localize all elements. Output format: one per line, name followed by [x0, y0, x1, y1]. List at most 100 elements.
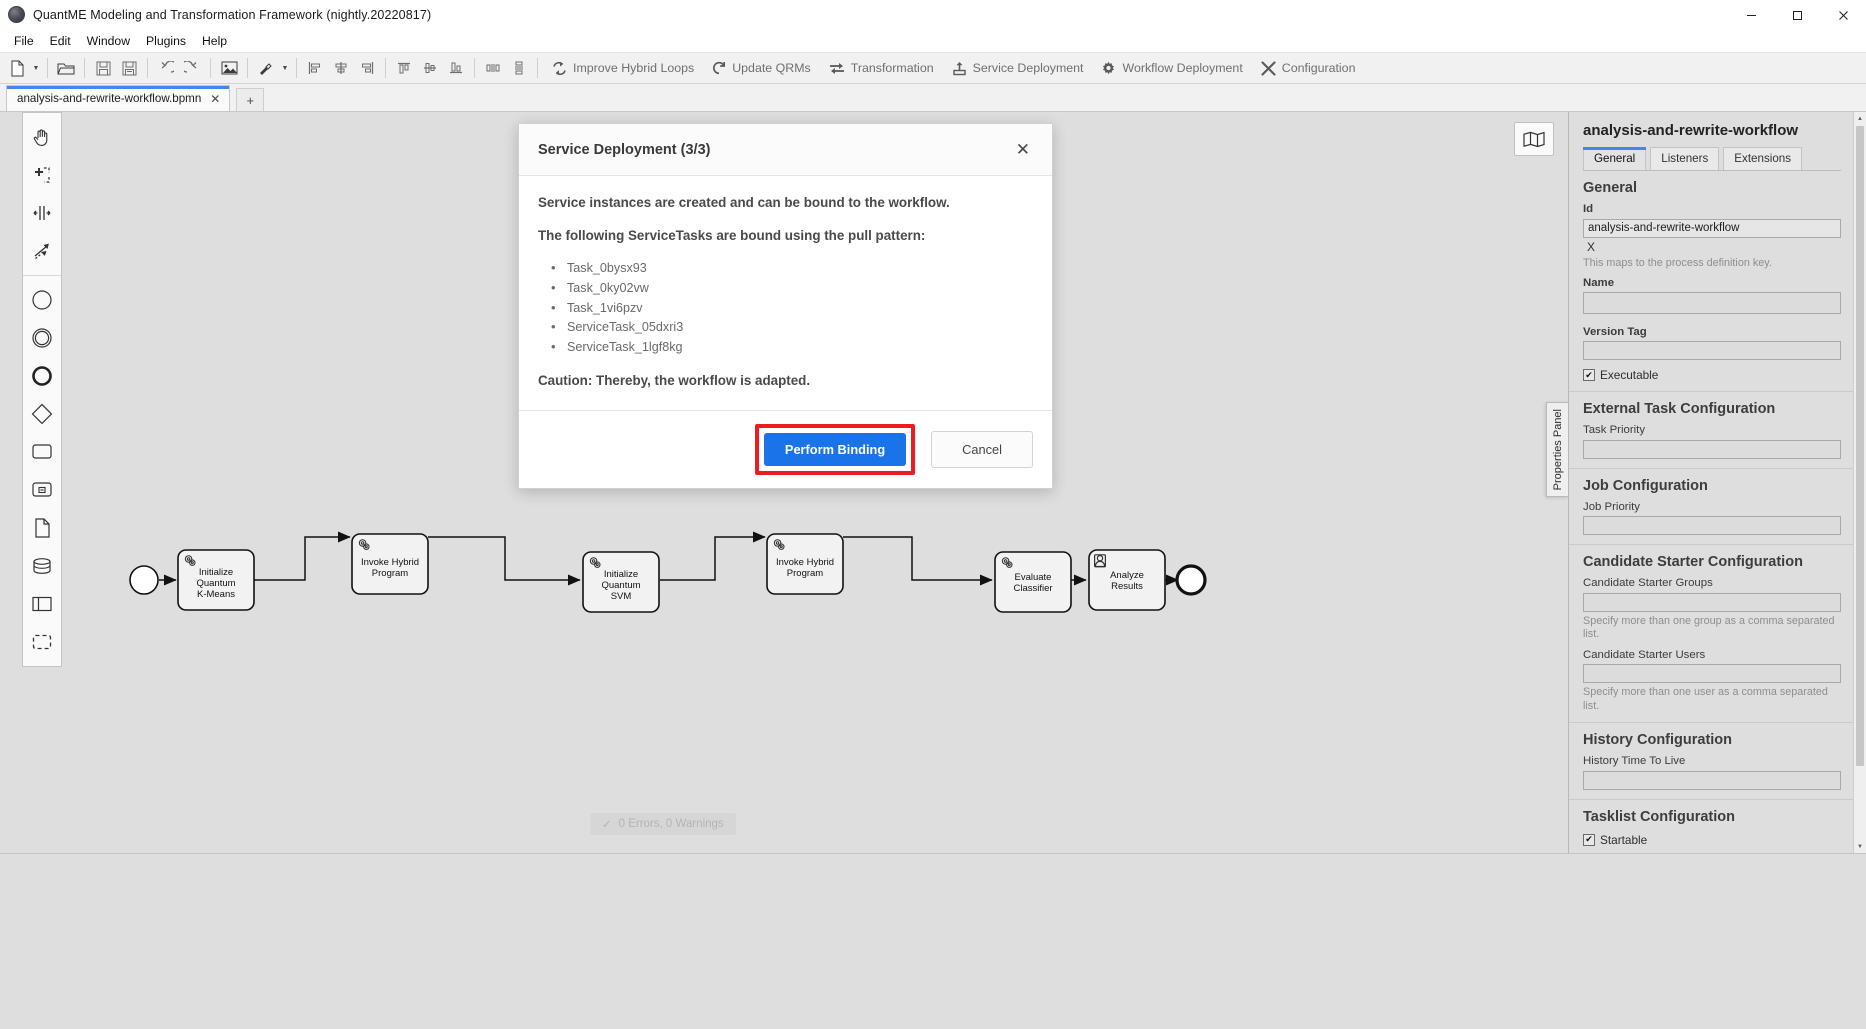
new-file-dropdown-icon[interactable]: ▼	[30, 55, 42, 81]
menu-help[interactable]: Help	[194, 32, 235, 50]
distribute-vertical-icon[interactable]	[506, 55, 532, 81]
menu-edit[interactable]: Edit	[42, 32, 79, 50]
align-top-icon[interactable]	[391, 55, 417, 81]
open-folder-icon[interactable]	[53, 55, 79, 81]
redo-icon[interactable]	[179, 55, 205, 81]
undo-icon[interactable]	[153, 55, 179, 81]
executable-label: Executable	[1600, 368, 1659, 383]
svg-text:Analyze: Analyze	[1110, 570, 1144, 581]
subprocess-icon[interactable]	[23, 471, 61, 509]
plugin-update-qrms[interactable]: Update QRMs	[703, 55, 820, 81]
align-left-icon[interactable]	[302, 55, 328, 81]
toolbar-divider	[385, 58, 386, 78]
close-icon[interactable]	[1820, 0, 1866, 30]
plugin-improve-hybrid-loops[interactable]: Improve Hybrid Loops	[543, 55, 703, 81]
label-candidate-starter-users: Candidate Starter Users	[1583, 648, 1706, 661]
end-event-icon[interactable]	[23, 357, 61, 395]
connect-tool-icon[interactable]	[23, 232, 61, 270]
align-tool-icon[interactable]	[253, 55, 279, 81]
toolbar-divider	[147, 58, 148, 78]
exchange-arrows-icon	[829, 61, 845, 76]
version-tag-field[interactable]	[1583, 341, 1841, 361]
candidate-starter-users-field[interactable]	[1583, 664, 1841, 684]
startable-row[interactable]: ✔ Startable	[1583, 833, 1841, 847]
svg-text:Evaluate: Evaluate	[1015, 572, 1052, 583]
dialog-body: Service instances are created and can be…	[519, 176, 1052, 410]
properties-panel-toggle[interactable]: Properties Panel	[1546, 402, 1568, 497]
status-label: 0 Errors, 0 Warnings	[618, 818, 724, 830]
clear-id-button[interactable]: X	[1583, 238, 1841, 254]
group-icon[interactable]	[23, 623, 61, 661]
tab-general[interactable]: General	[1583, 147, 1647, 170]
toolbar-divider	[474, 58, 475, 78]
properties-content: analysis-and-rewrite-workflow General Li…	[1569, 112, 1853, 853]
data-store-icon[interactable]	[23, 547, 61, 585]
close-icon[interactable]: ✕	[1013, 139, 1033, 160]
perform-binding-highlight: Perform Binding	[754, 423, 916, 475]
data-object-icon[interactable]	[23, 509, 61, 547]
list-item: ServiceTask_05dxri3	[546, 318, 1033, 336]
minimap-icon[interactable]	[1514, 122, 1554, 156]
hand-tool-icon[interactable]	[23, 118, 61, 156]
id-field[interactable]	[1583, 218, 1841, 238]
menu-plugins[interactable]: Plugins	[138, 32, 194, 50]
task-priority-field[interactable]	[1583, 439, 1841, 459]
intermediate-event-icon[interactable]	[23, 319, 61, 357]
gateway-icon[interactable]	[23, 395, 61, 433]
bpmn-task-initialize-quantum-k-means: Initialize Quantum K-Means	[177, 549, 255, 611]
minimize-icon[interactable]	[1728, 0, 1774, 30]
align-dropdown-icon[interactable]: ▼	[279, 55, 291, 81]
align-right-icon[interactable]	[354, 55, 380, 81]
properties-title: analysis-and-rewrite-workflow	[1583, 122, 1799, 139]
export-image-icon[interactable]	[216, 55, 242, 81]
scroll-up-icon[interactable]: ▲	[1854, 112, 1866, 125]
dialog-paragraph-1: Service instances are created and can be…	[538, 195, 950, 210]
task-icon[interactable]	[23, 433, 61, 471]
plugin-workflow-deployment[interactable]: Workflow Deployment	[1092, 55, 1251, 81]
divider	[1569, 798, 1853, 800]
hint-candidate-starter-groups: Specify more than one group as a comma s…	[1583, 614, 1835, 641]
menu-file[interactable]: File	[6, 32, 42, 50]
align-middle-icon[interactable]	[417, 55, 443, 81]
maximize-icon[interactable]	[1774, 0, 1820, 30]
toolbar-divider	[296, 58, 297, 78]
start-event-icon[interactable]	[23, 281, 61, 319]
align-bottom-icon[interactable]	[443, 55, 469, 81]
menu-window[interactable]: Window	[79, 32, 138, 50]
cancel-button[interactable]: Cancel	[931, 430, 1033, 468]
align-center-icon[interactable]	[328, 55, 354, 81]
space-tool-icon[interactable]	[23, 194, 61, 232]
dialog-paragraph-2: The following ServiceTasks are bound usi…	[538, 228, 926, 244]
plugin-transformation[interactable]: Transformation	[820, 55, 943, 81]
perform-binding-button[interactable]: Perform Binding	[763, 432, 907, 466]
save-icon[interactable]	[90, 55, 116, 81]
app-logo-icon	[8, 6, 25, 23]
close-icon[interactable]: ✕	[210, 93, 220, 105]
scroll-down-icon[interactable]: ▼	[1854, 840, 1866, 853]
executable-checkbox[interactable]: ✔	[1583, 369, 1595, 382]
tab-extensions[interactable]: Extensions	[1723, 147, 1803, 170]
new-file-icon[interactable]	[4, 55, 30, 81]
startable-checkbox[interactable]: ✔	[1583, 833, 1595, 846]
list-item: Task_1vi6pzv	[546, 299, 1033, 317]
new-tab-button[interactable]: +	[236, 88, 265, 111]
file-tab-analysis-and-rewrite-workflow[interactable]: analysis-and-rewrite-workflow.bpmn ✕	[6, 85, 231, 111]
plugin-configuration[interactable]: Configuration	[1252, 55, 1365, 81]
plugin-service-deployment[interactable]: Service Deployment	[943, 55, 1093, 81]
save-all-icon[interactable]	[116, 55, 142, 81]
tab-listeners[interactable]: Listeners	[1650, 147, 1720, 170]
properties-scrollbar[interactable]: ▲ ▼	[1853, 112, 1866, 853]
toolbar-divider	[247, 58, 248, 78]
file-tab-strip: analysis-and-rewrite-workflow.bpmn ✕ +	[0, 84, 1866, 112]
job-priority-field[interactable]	[1583, 516, 1841, 536]
history-time-to-live-field[interactable]	[1583, 770, 1841, 790]
lasso-tool-icon[interactable]	[23, 156, 61, 194]
scrollbar-thumb[interactable]	[1856, 126, 1864, 766]
toolbar-divider	[47, 58, 48, 78]
label-id: Id	[1583, 203, 1594, 215]
executable-row[interactable]: ✔ Executable	[1583, 368, 1841, 382]
participant-icon[interactable]	[23, 585, 61, 623]
name-field[interactable]	[1583, 291, 1841, 314]
distribute-horizontal-icon[interactable]	[480, 55, 506, 81]
candidate-starter-groups-field[interactable]	[1583, 592, 1841, 612]
